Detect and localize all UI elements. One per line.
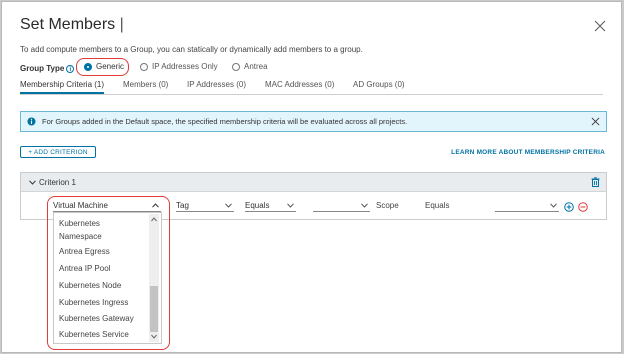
value-select[interactable] — [313, 201, 370, 212]
highlight-annotation — [47, 196, 170, 350]
close-icon[interactable] — [594, 20, 606, 32]
chevron-down-icon — [287, 203, 294, 208]
info-alert: For Groups added in the Default space, t… — [20, 111, 607, 132]
radio-ip-addresses-only-label: IP Addresses Only — [152, 62, 218, 71]
info-icon[interactable]: i — [66, 64, 75, 73]
scope-operator: Equals — [425, 201, 450, 210]
tab-mac-addresses[interactable]: MAC Addresses (0) — [265, 80, 334, 92]
alert-text: For Groups added in the Default space, t… — [42, 117, 408, 126]
tab-members[interactable]: Members (0) — [123, 80, 168, 92]
info-circle-icon — [27, 117, 36, 126]
radio-unselected-icon — [140, 62, 148, 71]
tab-bar: Membership Criteria (1) Members (0) IP A… — [20, 80, 603, 95]
criterion-title: Criterion 1 — [29, 178, 76, 187]
add-circle-icon[interactable] — [564, 202, 574, 212]
highlight-annotation — [76, 58, 129, 76]
set-members-dialog: Set Members | To add compute members to … — [1, 1, 622, 353]
tab-membership-criteria[interactable]: Membership Criteria (1) — [20, 80, 105, 94]
operator-select[interactable]: Equals — [245, 201, 296, 212]
trash-icon[interactable] — [591, 177, 600, 187]
radio-ip-addresses-only[interactable]: IP Addresses Only — [140, 62, 218, 71]
tab-ad-groups[interactable]: AD Groups (0) — [353, 80, 405, 92]
scope-label: Scope — [376, 201, 399, 210]
chevron-down-icon — [225, 203, 232, 208]
add-criterion-button[interactable]: + ADD CRITERION — [20, 146, 96, 158]
tab-ip-addresses[interactable]: IP Addresses (0) — [187, 80, 246, 92]
radio-antrea-label: Antrea — [244, 62, 268, 71]
chevron-down-icon — [550, 203, 557, 208]
scope-value-select[interactable] — [495, 201, 559, 212]
attribute-value: Tag — [176, 201, 189, 210]
learn-more-link[interactable]: LEARN MORE ABOUT MEMBERSHIP CRITERIA — [451, 149, 605, 156]
remove-circle-icon[interactable] — [578, 202, 588, 212]
chevron-down-icon — [29, 180, 36, 185]
dialog-description: To add compute members to a Group, you c… — [20, 45, 363, 54]
group-type-label: Group Type i — [20, 64, 75, 73]
criterion-header[interactable]: Criterion 1 — [21, 173, 606, 192]
dialog-title: Set Members | — [20, 16, 124, 33]
radio-unselected-icon — [232, 62, 240, 71]
attribute-select[interactable]: Tag — [176, 201, 234, 212]
radio-antrea[interactable]: Antrea — [232, 62, 268, 71]
chevron-down-icon — [361, 203, 368, 208]
operator-value: Equals — [245, 201, 270, 210]
alert-close-icon[interactable] — [591, 117, 600, 126]
